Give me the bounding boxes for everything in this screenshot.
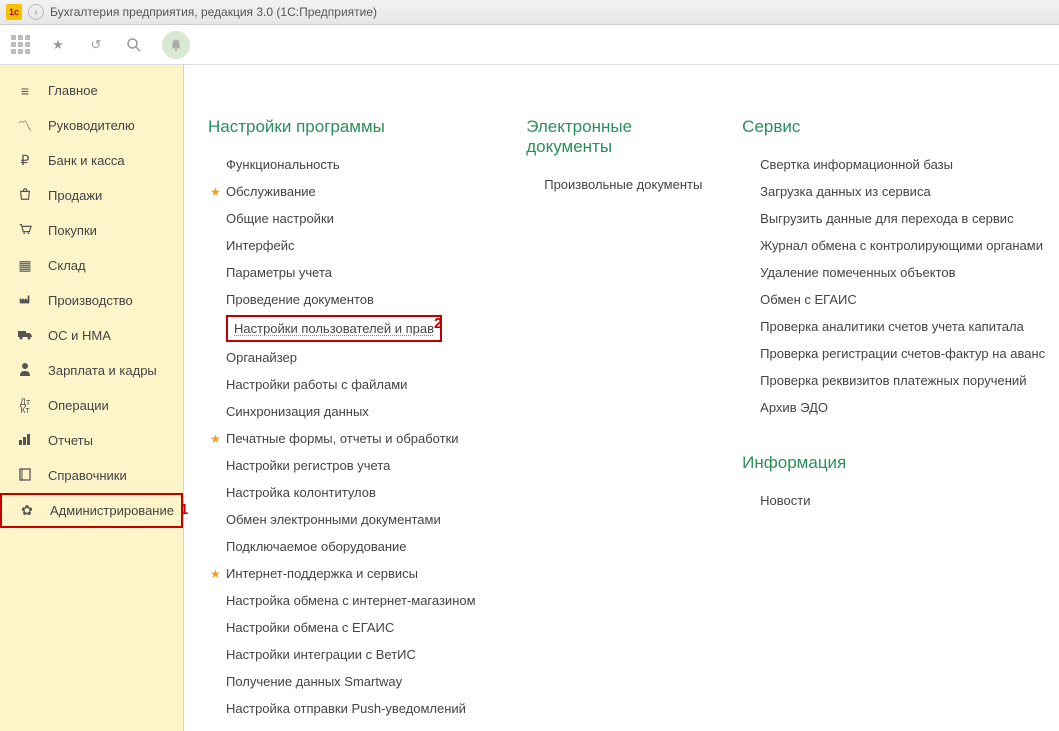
- star-icon: ★: [210, 185, 224, 199]
- edocs-item[interactable]: Произвольные документы: [526, 171, 712, 198]
- settings-item[interactable]: Проведение документов: [208, 286, 496, 313]
- history-icon[interactable]: ↺: [86, 35, 106, 55]
- sidebar-item-label: Склад: [48, 258, 86, 273]
- dtkt-icon: ДтКт: [16, 398, 34, 414]
- service-item[interactable]: Проверка аналитики счетов учета капитала: [742, 313, 1049, 340]
- settings-item-users-rights[interactable]: Настройки пользователей и прав: [226, 315, 442, 342]
- settings-item[interactable]: Подключаемое оборудование: [208, 533, 496, 560]
- sidebar-item-label: Отчеты: [48, 433, 93, 448]
- settings-item[interactable]: Настройки работы с файлами: [208, 371, 496, 398]
- service-item[interactable]: Проверка регистрации счетов-фактур на ав…: [742, 340, 1049, 367]
- sidebar-item-label: Администрирование: [50, 503, 174, 518]
- settings-item[interactable]: Настройка отправки Push-уведомлений: [208, 695, 496, 722]
- sidebar: ≡ Главное 〽 Руководителю ₽ Банк и касса Про…: [0, 65, 184, 731]
- chart-up-icon: 〽: [16, 116, 34, 136]
- sidebar-item-payroll[interactable]: Зарплата и кадры: [0, 353, 183, 388]
- sidebar-item-production[interactable]: Производство: [0, 283, 183, 318]
- settings-item[interactable]: Настройки интеграции с ВетИС: [208, 641, 496, 668]
- sidebar-item-label: Покупки: [48, 223, 97, 238]
- content-area: Настройки программы Функциональность ★Об…: [184, 65, 1059, 731]
- truck-icon: [16, 328, 34, 344]
- sidebar-item-label: Банк и касса: [48, 153, 125, 168]
- section-title-service: Сервис: [742, 117, 1049, 137]
- sidebar-item-label: ОС и НМА: [48, 328, 111, 343]
- logo-1c-icon: 1c: [6, 4, 22, 20]
- main-toolbar: ★ ↺: [0, 25, 1059, 65]
- sidebar-item-label: Операции: [48, 398, 109, 413]
- sidebar-item-label: Продажи: [48, 188, 102, 203]
- gear-icon: ✿: [18, 502, 36, 519]
- sidebar-item-stock[interactable]: ▦ Склад: [0, 248, 183, 283]
- book-icon: [16, 467, 34, 484]
- window-titlebar: 1c ‹ Бухгалтерия предприятия, редакция 3…: [0, 0, 1059, 25]
- bag-icon: [16, 187, 34, 204]
- section-title-edocs: Электронные документы: [526, 117, 712, 157]
- factory-icon: [16, 292, 34, 309]
- sidebar-item-operations[interactable]: ДтКт Операции: [0, 388, 183, 423]
- sidebar-item-reports[interactable]: Отчеты: [0, 423, 183, 458]
- settings-item[interactable]: Настройки регистров учета: [208, 452, 496, 479]
- settings-item[interactable]: Общие настройки: [208, 205, 496, 232]
- sidebar-item-main[interactable]: ≡ Главное: [0, 73, 183, 108]
- service-item[interactable]: Журнал обмена с контролирующими органами: [742, 232, 1049, 259]
- settings-item[interactable]: Функциональность: [208, 151, 496, 178]
- sidebar-item-label: Руководителю: [48, 118, 135, 133]
- settings-item[interactable]: Получение данных Smartway: [208, 668, 496, 695]
- star-icon: ★: [210, 567, 224, 581]
- settings-item[interactable]: Настройка обмена с интернет-магазином: [208, 587, 496, 614]
- sidebar-item-admin[interactable]: ✿ Администрирование: [0, 493, 183, 528]
- barchart-icon: [16, 432, 34, 449]
- service-item[interactable]: Обмен с ЕГАИС: [742, 286, 1049, 313]
- settings-item[interactable]: ★Печатные формы, отчеты и обработки: [208, 425, 496, 452]
- star-icon[interactable]: ★: [48, 35, 68, 55]
- nav-back-icon[interactable]: ‹: [28, 4, 44, 20]
- sidebar-item-manager[interactable]: 〽 Руководителю: [0, 108, 183, 143]
- annotation-1: 1: [180, 501, 188, 518]
- sidebar-item-bank[interactable]: ₽ Банк и касса: [0, 143, 183, 178]
- sidebar-item-purchases[interactable]: Покупки: [0, 213, 183, 248]
- service-item[interactable]: Свертка информационной базы: [742, 151, 1049, 178]
- ruble-icon: ₽: [16, 152, 34, 169]
- sidebar-item-label: Зарплата и кадры: [48, 363, 157, 378]
- section-title-settings: Настройки программы: [208, 117, 496, 137]
- window-title: Бухгалтерия предприятия, редакция 3.0 (1…: [50, 5, 377, 19]
- boxes-icon: ▦: [16, 257, 34, 274]
- service-item[interactable]: Архив ЭДО: [742, 394, 1049, 421]
- settings-item[interactable]: Настройка колонтитулов: [208, 479, 496, 506]
- annotation-2: 2: [434, 315, 442, 332]
- sidebar-item-catalogs[interactable]: Справочники: [0, 458, 183, 493]
- service-item[interactable]: Удаление помеченных объектов: [742, 259, 1049, 286]
- settings-item[interactable]: Параметры учета: [208, 259, 496, 286]
- sidebar-item-label: Производство: [48, 293, 133, 308]
- settings-item[interactable]: Обмен электронными документами: [208, 506, 496, 533]
- settings-item[interactable]: ★Обслуживание: [208, 178, 496, 205]
- sidebar-item-assets[interactable]: ОС и НМА: [0, 318, 183, 353]
- menu-icon: ≡: [16, 83, 34, 99]
- sidebar-item-sales[interactable]: Продажи: [0, 178, 183, 213]
- info-item[interactable]: Новости: [742, 487, 1049, 514]
- settings-item[interactable]: Интерфейс: [208, 232, 496, 259]
- sidebar-item-label: Справочники: [48, 468, 127, 483]
- cart-icon: [16, 222, 34, 239]
- person-icon: [16, 362, 34, 379]
- search-icon[interactable]: [124, 35, 144, 55]
- settings-item[interactable]: Настройки обмена с ЕГАИС: [208, 614, 496, 641]
- settings-item[interactable]: Синхронизация данных: [208, 398, 496, 425]
- settings-item[interactable]: Органайзер: [208, 344, 496, 371]
- settings-item[interactable]: Производительность: [208, 722, 496, 731]
- apps-icon[interactable]: [10, 35, 30, 55]
- section-title-info: Информация: [742, 453, 1049, 473]
- star-icon: ★: [210, 432, 224, 446]
- service-item[interactable]: Выгрузить данные для перехода в сервис: [742, 205, 1049, 232]
- service-item[interactable]: Загрузка данных из сервиса: [742, 178, 1049, 205]
- settings-item[interactable]: ★Интернет-поддержка и сервисы: [208, 560, 496, 587]
- service-item[interactable]: Проверка реквизитов платежных поручений: [742, 367, 1049, 394]
- sidebar-item-label: Главное: [48, 83, 98, 98]
- notifications-icon[interactable]: [162, 31, 190, 59]
